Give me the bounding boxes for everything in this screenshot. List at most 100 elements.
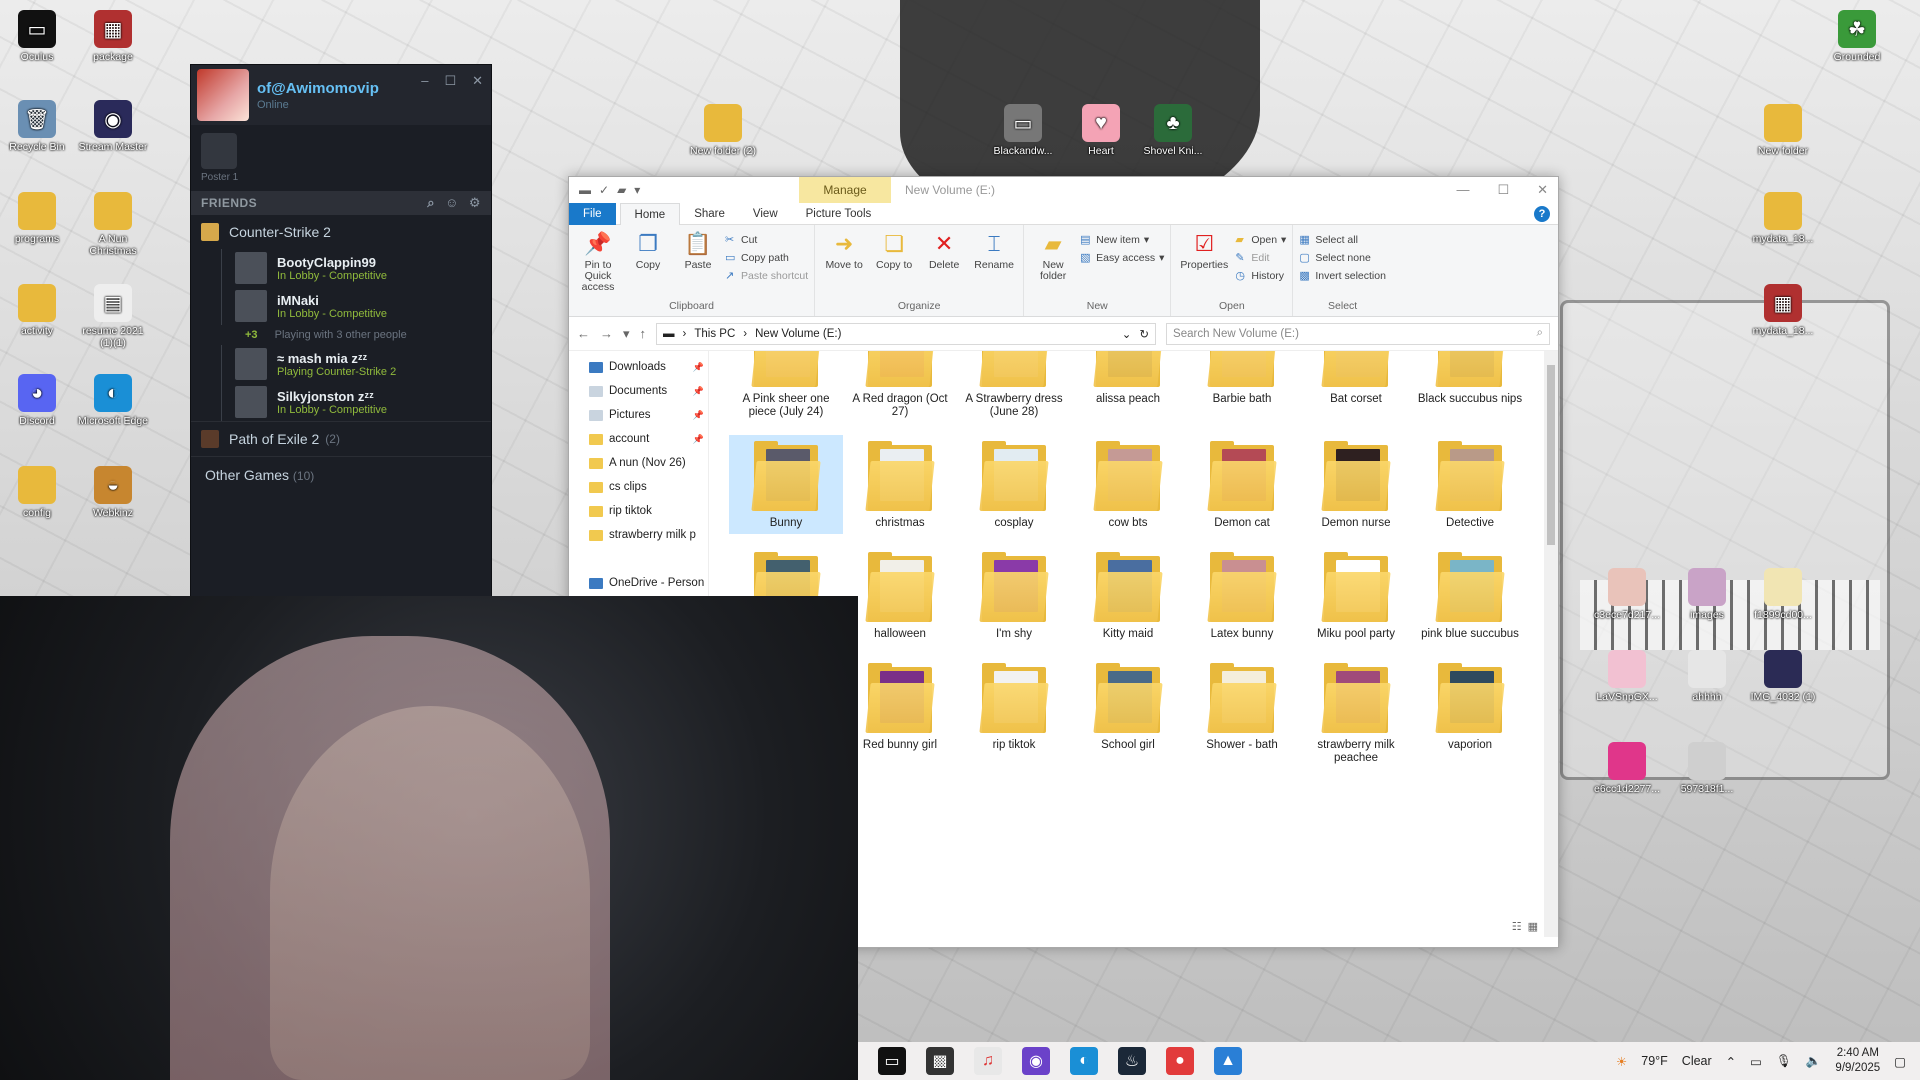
select-all-button[interactable]: ▦ Select all <box>1299 233 1386 247</box>
folder-item-strawberry-milk-peachee[interactable]: strawberry milk peachee <box>1299 657 1413 769</box>
taskbar-steam-icon[interactable]: ♨ <box>1118 1047 1146 1075</box>
folder-item-miku-pool-party[interactable]: Miku pool party <box>1299 546 1413 645</box>
rename-button[interactable]: ⌶ Rename <box>971 229 1017 271</box>
help-icon[interactable]: ? <box>1534 206 1550 222</box>
desktop-icon-webkinz[interactable]: ◒ Webkinz <box>76 466 150 519</box>
desktop-icon-new-folder[interactable]: New folder <box>1746 104 1820 157</box>
recent-dropdown-icon[interactable]: ▾ <box>623 326 630 342</box>
desktop-icon-f1899cd00[interactable]: f1899cd00... <box>1746 568 1820 621</box>
desktop-icon-oculus[interactable]: ▭ Oculus <box>0 10 74 63</box>
close-icon[interactable]: ✕ <box>1537 182 1548 198</box>
tab-home[interactable]: Home <box>619 202 681 225</box>
paste-shortcut-button[interactable]: ↗ Paste shortcut <box>725 269 808 283</box>
desktop-icon-a-nun-christmas[interactable]: A Nun Christmas <box>76 192 150 257</box>
scrollbar-thumb[interactable] <box>1547 365 1555 545</box>
folder-item-detective[interactable]: Detective <box>1413 435 1527 534</box>
taskbar-obs-icon[interactable]: ◉ <box>1022 1047 1050 1075</box>
taskbar-dbd-icon[interactable]: ▩ <box>926 1047 954 1075</box>
desktop-icon-recycle-bin[interactable]: 🗑 Recycle Bin <box>0 100 74 153</box>
delete-button[interactable]: ✕ Delete <box>921 229 967 271</box>
folder-item-pink-blue-succubus[interactable]: pink blue succubus <box>1413 546 1527 645</box>
desktop-icon-stream-master[interactable]: ◉ Stream Master <box>76 100 150 153</box>
folder-item-rip-tiktok[interactable]: rip tiktok <box>957 657 1071 769</box>
folder-item-barbie-bath[interactable]: Barbie bath <box>1185 351 1299 423</box>
chevron-up-icon[interactable]: ⌃ <box>1726 1054 1736 1069</box>
taskbar-itunes-icon[interactable]: ♫ <box>974 1047 1002 1075</box>
nav-item-downloads[interactable]: Downloads 📌 <box>569 355 708 379</box>
desktop-icon-c3ece7d217[interactable]: c3ece7d217... <box>1590 568 1664 621</box>
forward-icon[interactable]: → <box>600 326 613 341</box>
details-view-icon[interactable]: ☷ <box>1512 920 1522 933</box>
desktop-icon-discord[interactable]: ◕ Discord <box>0 374 74 427</box>
invert-selection-button[interactable]: ▩ Invert selection <box>1299 269 1386 283</box>
folder-item-a-strawberry-dress-june-28[interactable]: A Strawberry dress (June 28) <box>957 351 1071 423</box>
clock[interactable]: 2:40 AM 9/9/2025 <box>1835 1046 1880 1076</box>
scrollbar[interactable] <box>1544 351 1558 937</box>
open-button[interactable]: ▰ Open ▾ <box>1235 233 1286 247</box>
desktop-icon-mydata-18[interactable]: ▦ mydata_18... <box>1746 284 1820 337</box>
minimize-icon[interactable]: – <box>421 73 428 89</box>
folder-item-black-succubus-nips[interactable]: Black succubus nips <box>1413 351 1527 423</box>
new-folder-button[interactable]: ▰ New folder <box>1030 229 1076 282</box>
folder-item-i-m-shy[interactable]: I'm shy <box>957 546 1071 645</box>
move-to-button[interactable]: ➜ Move to <box>821 229 867 271</box>
minimize-icon[interactable]: — <box>1456 182 1469 198</box>
desktop-icon-package[interactable]: ▦ package <box>76 10 150 63</box>
nav-item-rip-tiktok[interactable]: rip tiktok <box>569 499 708 523</box>
folder-item-demon-cat[interactable]: Demon cat <box>1185 435 1299 534</box>
breadcrumb-this-pc[interactable]: This PC <box>694 328 735 340</box>
friend-row[interactable]: BootyClappin99 In Lobby - Competitive <box>191 249 491 287</box>
desktop-icon-activity[interactable]: activity <box>0 284 74 337</box>
friend-row[interactable]: Silkyjonston zᶻᶻ In Lobby - Competitive <box>191 383 491 421</box>
folder-item-school-girl[interactable]: School girl <box>1071 657 1185 769</box>
back-icon[interactable]: ← <box>577 326 590 341</box>
folder-item-kitty-maid[interactable]: Kitty maid <box>1071 546 1185 645</box>
maximize-icon[interactable]: ☐ <box>444 73 456 89</box>
folder-item-a-pink-sheer-one-piece-july-24[interactable]: A Pink sheer one piece (July 24) <box>729 351 843 423</box>
refresh-icon[interactable]: ↻ <box>1139 327 1149 341</box>
microphone-icon[interactable]: 🎙 <box>1776 1054 1792 1069</box>
address-bar[interactable]: ▬ › This PC › New Volume (E:) ⌄ ↻ <box>656 322 1157 345</box>
desktop-icon-ahhhh[interactable]: ahhhh <box>1670 650 1744 703</box>
edit-button[interactable]: ✎ Edit <box>1235 251 1286 265</box>
history-button[interactable]: ◷ History <box>1235 269 1286 283</box>
qa-dropdown-icon[interactable]: ▾ <box>634 183 640 197</box>
steam-status[interactable]: Online <box>257 99 485 111</box>
weather-icon[interactable]: ☀ <box>1616 1054 1627 1069</box>
nav-item-documents[interactable]: Documents 📌 <box>569 379 708 403</box>
folder-item-bunny[interactable]: Bunny <box>729 435 843 534</box>
select-none-button[interactable]: ▢ Select none <box>1299 251 1386 265</box>
properties-icon[interactable]: ✓ <box>599 183 609 197</box>
desktop-icon-microsoft-edge[interactable]: ◐ Microsoft Edge <box>76 374 150 427</box>
weather-text[interactable]: Clear <box>1682 1054 1712 1068</box>
properties-button[interactable]: ☑ Properties <box>1177 229 1231 271</box>
desktop-icon-images[interactable]: images <box>1670 568 1744 621</box>
paste-button[interactable]: 📋 Paste <box>675 229 721 271</box>
desktop-icon-config[interactable]: config <box>0 466 74 519</box>
folder-icon[interactable]: ▰ <box>617 183 626 197</box>
friend-row[interactable]: iMNaki In Lobby - Competitive <box>191 287 491 325</box>
copy-button[interactable]: ❐ Copy <box>625 229 671 271</box>
tab-share[interactable]: Share <box>680 203 739 225</box>
friend-row[interactable]: ≈ mash mia zᶻᶻ Playing Counter-Strike 2 <box>191 345 491 383</box>
tab-view[interactable]: View <box>739 203 792 225</box>
taskbar-photos-icon[interactable]: ▲ <box>1214 1047 1242 1075</box>
weather-temp[interactable]: 79°F <box>1641 1054 1668 1068</box>
easy-access-button[interactable]: ▧ Easy access ▾ <box>1080 251 1164 265</box>
search-input[interactable]: Search New Volume (E:) ⌕ <box>1166 322 1550 345</box>
folder-item-alissa-peach[interactable]: alissa peach <box>1071 351 1185 423</box>
desktop-icon-lavsnpgx[interactable]: LaVSnpGX... <box>1590 650 1664 703</box>
large-icons-view-icon[interactable]: ▦ <box>1528 920 1538 933</box>
new-item-button[interactable]: ▤ New item ▾ <box>1080 233 1164 247</box>
desktop-icon-shovel-kni[interactable]: ♣ Shovel Kni... <box>1136 104 1210 157</box>
game-group-header[interactable]: Counter-Strike 2 <box>191 215 491 249</box>
nav-item-pictures[interactable]: Pictures 📌 <box>569 403 708 427</box>
window-menu-icon[interactable]: ▬ <box>579 183 591 197</box>
notifications-icon[interactable]: ▢ <box>1894 1054 1906 1069</box>
copy-path-button[interactable]: ▭ Copy path <box>725 251 808 265</box>
nav-item-a-nun-nov-26[interactable]: A nun (Nov 26) <box>569 451 708 475</box>
pin-icon[interactable]: 📌 <box>693 410 704 421</box>
copy-to-button[interactable]: ❏ Copy to <box>871 229 917 271</box>
nav-item-cs-clips[interactable]: cs clips <box>569 475 708 499</box>
desktop-icon-new-folder-2[interactable]: New folder (2) <box>686 104 760 157</box>
